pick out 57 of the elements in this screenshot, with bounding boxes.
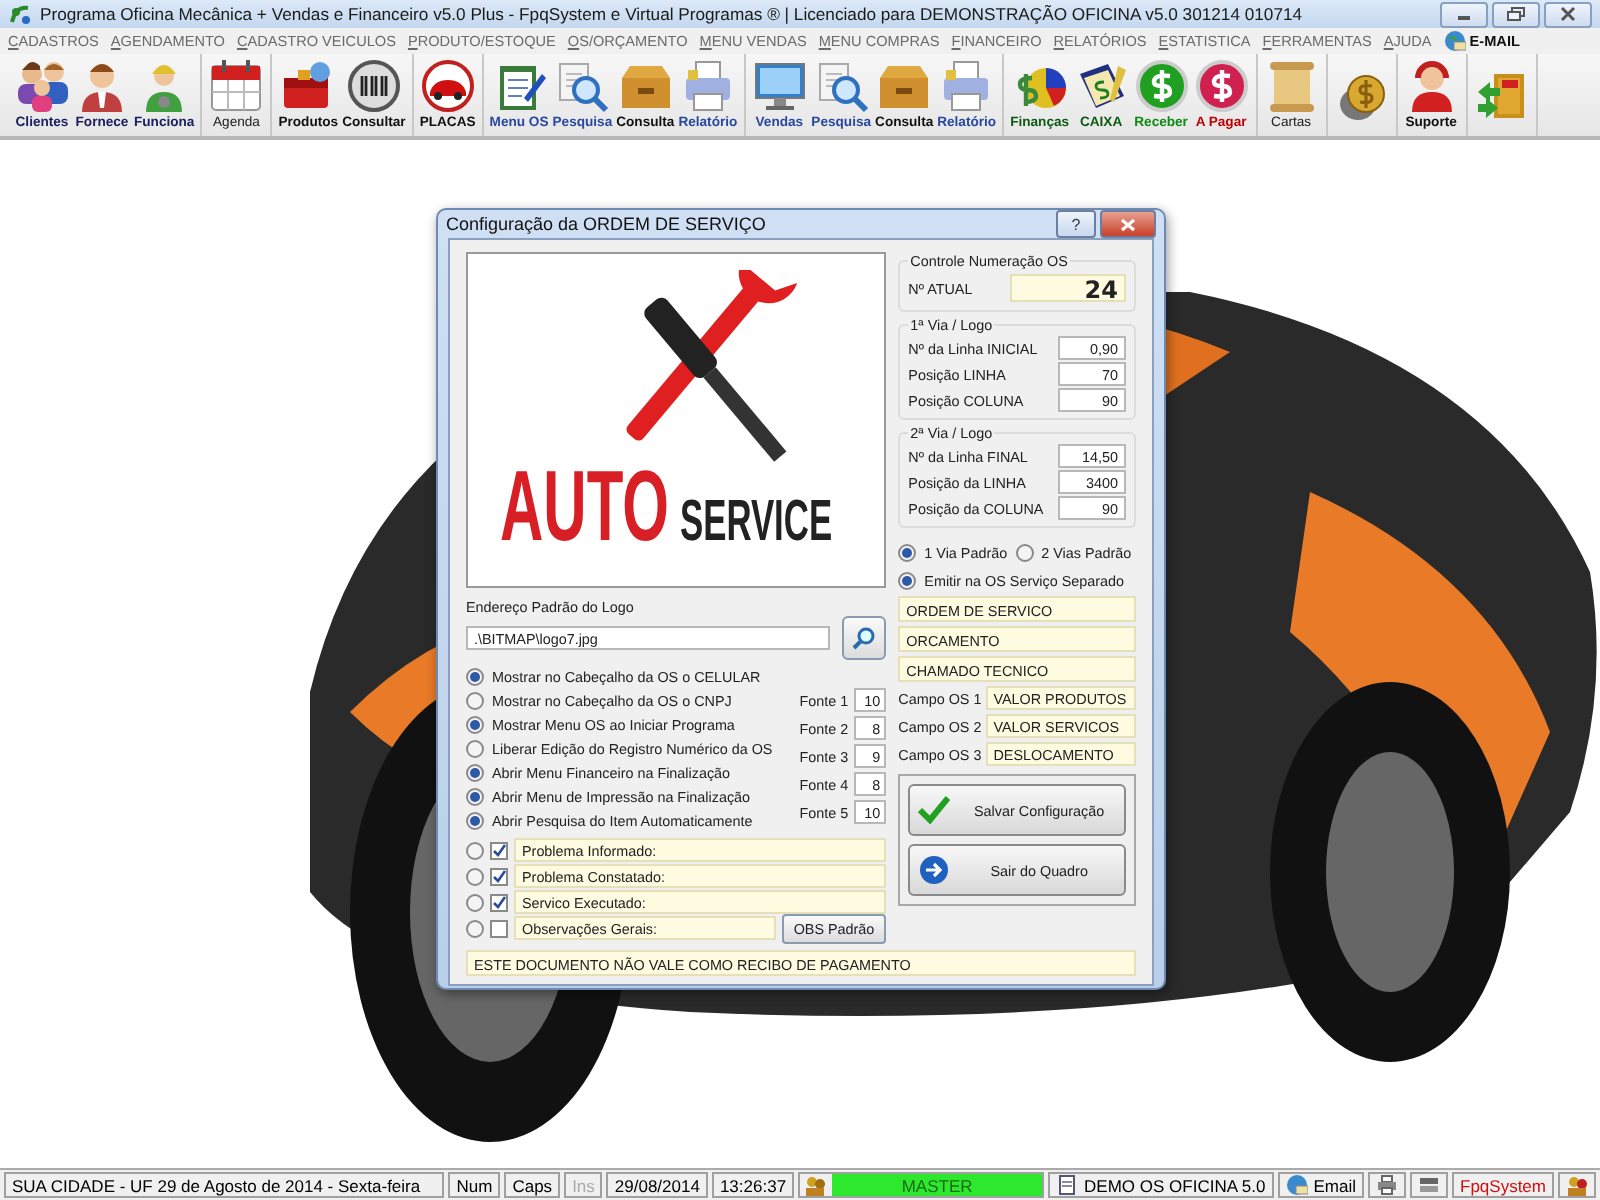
user-name: MASTER bbox=[832, 1174, 1043, 1196]
radio-button[interactable] bbox=[466, 893, 484, 911]
key-indicator: Num bbox=[448, 1172, 501, 1198]
radio-button[interactable] bbox=[466, 841, 484, 859]
keyboard-icon bbox=[1418, 1174, 1440, 1196]
logo-drawing: AUTO SERVICE bbox=[476, 270, 877, 570]
close-icon bbox=[1558, 6, 1578, 22]
globe-mail-icon bbox=[1443, 30, 1466, 52]
restore-icon bbox=[1506, 6, 1526, 22]
radio-button[interactable] bbox=[466, 739, 484, 757]
dollar-icon bbox=[1193, 58, 1250, 114]
barcode-icon bbox=[345, 58, 402, 114]
printer-icon bbox=[1376, 1174, 1398, 1196]
search-icon bbox=[852, 626, 877, 650]
radio-button[interactable] bbox=[898, 543, 917, 561]
help-button[interactable]: ? bbox=[1056, 210, 1096, 238]
arrow-circle-icon bbox=[918, 854, 951, 886]
key-indicator: Ins bbox=[564, 1172, 603, 1198]
people-icon bbox=[14, 58, 70, 114]
radio-button[interactable] bbox=[1015, 543, 1034, 561]
window-title: Programa Oficina Mecânica + Vendas e Financeiro v5.0 Plus - FpqSystem e Virtual Programas ® | Licenciado para DEMONSTRAÇÃO OFICINA v5.0 301214 010714 bbox=[40, 4, 1305, 24]
company-name: DEMO OS OFICINA 5.0 bbox=[1084, 1175, 1266, 1195]
radio-button[interactable] bbox=[466, 667, 484, 685]
checkbox[interactable] bbox=[490, 919, 508, 937]
minimize-button[interactable] bbox=[1440, 1, 1488, 27]
checkbox[interactable] bbox=[490, 893, 508, 911]
radio-button[interactable] bbox=[466, 919, 484, 937]
close-button[interactable] bbox=[1100, 210, 1156, 238]
checkbox[interactable] bbox=[490, 841, 508, 859]
os-number-field[interactable]: 24 bbox=[1010, 274, 1126, 302]
radio-button[interactable] bbox=[466, 787, 484, 805]
radio-button[interactable] bbox=[466, 691, 484, 709]
radio-button[interactable] bbox=[466, 763, 484, 781]
key-indicator: Caps bbox=[504, 1172, 561, 1198]
dialog-title: Configuração da ORDEM DE SERVIÇO bbox=[446, 214, 768, 234]
checkbox[interactable] bbox=[490, 867, 508, 885]
close-icon bbox=[1120, 217, 1136, 231]
status-time: 13:26:37 bbox=[711, 1172, 795, 1198]
radio-button[interactable] bbox=[466, 715, 484, 733]
brand-text: FpqSystem bbox=[1452, 1172, 1554, 1198]
globe-mail-icon bbox=[1285, 1174, 1308, 1196]
app-logo-icon bbox=[8, 3, 32, 25]
close-button[interactable] bbox=[1544, 1, 1592, 27]
radio-button[interactable] bbox=[466, 867, 484, 885]
search-button[interactable] bbox=[842, 616, 887, 660]
radio-button[interactable] bbox=[898, 571, 917, 589]
dollar-icon bbox=[1133, 58, 1190, 114]
car-icon bbox=[419, 58, 476, 114]
check-icon bbox=[918, 796, 951, 824]
users-icon bbox=[1566, 1174, 1588, 1196]
status-text: SUA CIDADE - UF 29 de Agosto de 2014 - Sexta-feira bbox=[4, 1172, 445, 1198]
radio-button[interactable] bbox=[466, 811, 484, 829]
document-icon bbox=[1056, 1174, 1079, 1196]
restore-button[interactable] bbox=[1492, 1, 1540, 27]
users-icon bbox=[804, 1174, 827, 1196]
monitor-icon bbox=[751, 58, 808, 114]
status-date: 29/08/2014 bbox=[606, 1172, 708, 1198]
